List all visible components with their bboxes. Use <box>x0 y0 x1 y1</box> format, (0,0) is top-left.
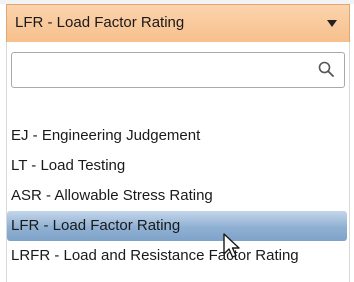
dropdown-panel: EJ - Engineering Judgement LT - Load Tes… <box>6 42 350 282</box>
option-ej[interactable]: EJ - Engineering Judgement <box>7 121 349 151</box>
selected-value: LFR - Load Factor Rating <box>15 14 185 31</box>
option-lrfr[interactable]: LRFR - Load and Resistance Factor Rating <box>7 241 349 271</box>
search-box[interactable] <box>11 52 345 88</box>
triangle-down-icon[interactable] <box>327 20 337 27</box>
option-lfr[interactable]: LFR - Load Factor Rating <box>7 211 347 241</box>
search-icon[interactable] <box>318 61 334 77</box>
option-lt[interactable]: LT - Load Testing <box>7 151 349 181</box>
search-input[interactable] <box>18 58 302 84</box>
rating-method-select[interactable]: LFR - Load Factor Rating <box>6 4 350 42</box>
option-list: EJ - Engineering Judgement LT - Load Tes… <box>7 121 349 271</box>
option-asr[interactable]: ASR - Allowable Stress Rating <box>7 181 349 211</box>
